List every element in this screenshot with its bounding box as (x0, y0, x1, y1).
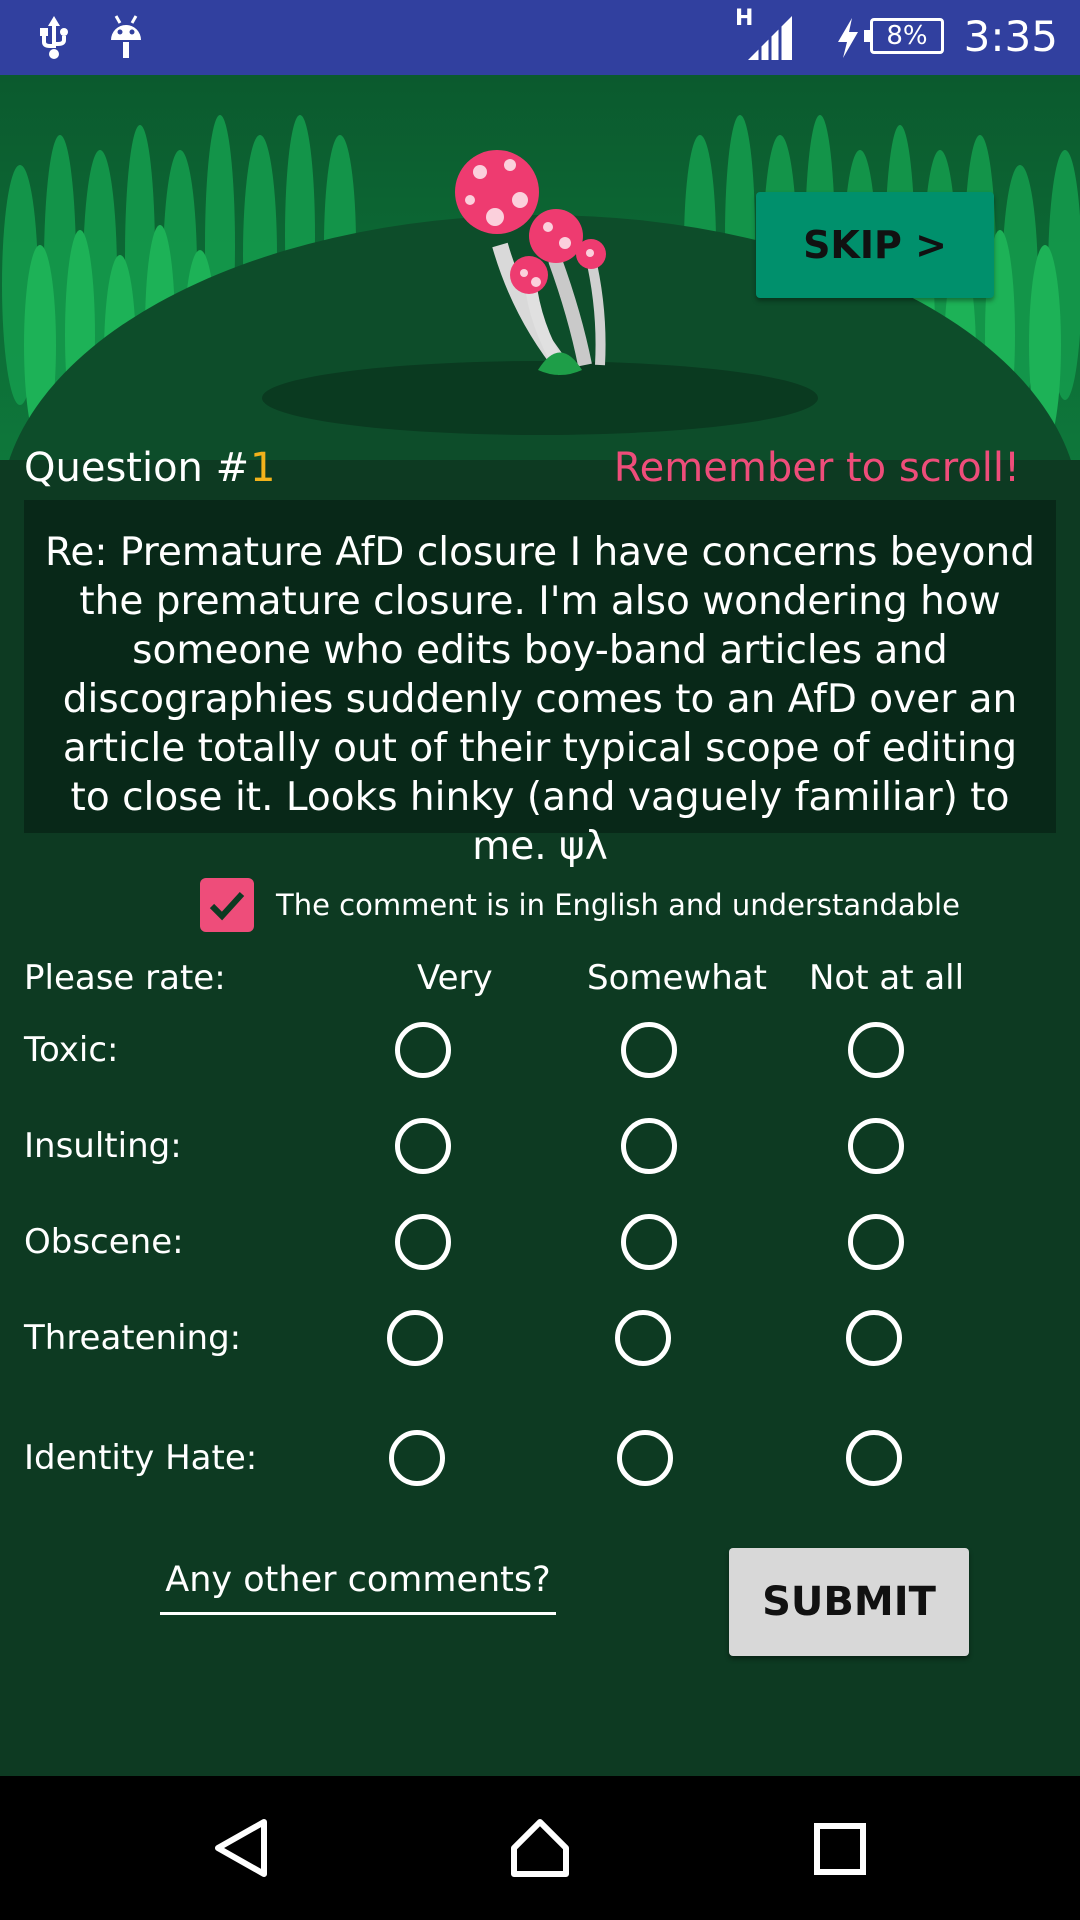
row-label-obscene: Obscene: (24, 1222, 184, 1262)
checkmark-icon (209, 891, 245, 921)
clock: 3:35 (963, 12, 1058, 61)
usb-icon (40, 16, 68, 59)
toxic-not-at-all-radio[interactable] (848, 1022, 904, 1078)
english-checkbox[interactable] (200, 878, 254, 932)
home-icon[interactable] (508, 1816, 572, 1880)
scroll-hint: Remember to scroll! (613, 445, 1020, 491)
threatening-not-at-all-radio[interactable] (846, 1310, 902, 1366)
row-label-insulting: Insulting: (24, 1126, 182, 1166)
other-comments-input[interactable] (160, 1560, 556, 1615)
row-label-identity-hate: Identity Hate: (24, 1438, 258, 1478)
navigation-bar (0, 1776, 1080, 1920)
row-label-toxic: Toxic: (24, 1030, 119, 1070)
column-very: Very (417, 958, 493, 998)
status-bar: H 8% 3:35 (0, 0, 1080, 75)
charging-icon (838, 18, 858, 58)
rate-prompt: Please rate: (24, 958, 226, 998)
submit-button[interactable]: SUBMIT (729, 1548, 969, 1656)
android-icon (111, 15, 141, 58)
question-number: 1 (250, 445, 276, 491)
threatening-somewhat-radio[interactable] (615, 1310, 671, 1366)
toxic-very-radio[interactable] (395, 1022, 451, 1078)
battery-indicator: 8% (864, 18, 944, 54)
english-understandable-row[interactable]: The comment is in English and understand… (200, 878, 960, 932)
question-label: Question # (24, 445, 250, 491)
identity-hate-very-radio[interactable] (389, 1430, 445, 1486)
obscene-very-radio[interactable] (395, 1214, 451, 1270)
identity-hate-somewhat-radio[interactable] (617, 1430, 673, 1486)
obscene-not-at-all-radio[interactable] (848, 1214, 904, 1270)
insulting-not-at-all-radio[interactable] (848, 1118, 904, 1174)
skip-button[interactable]: SKIP > (756, 192, 994, 298)
toxic-somewhat-radio[interactable] (621, 1022, 677, 1078)
column-somewhat: Somewhat (587, 958, 767, 998)
threatening-very-radio[interactable] (387, 1310, 443, 1366)
recents-icon[interactable] (813, 1822, 867, 1876)
comment-text: Re: Premature AfD closure I have concern… (24, 500, 1056, 869)
column-not-at-all: Not at all (809, 958, 965, 998)
back-icon[interactable] (210, 1816, 272, 1880)
obscene-somewhat-radio[interactable] (621, 1214, 677, 1270)
insulting-very-radio[interactable] (395, 1118, 451, 1174)
insulting-somewhat-radio[interactable] (621, 1118, 677, 1174)
signal-icon (748, 16, 792, 60)
identity-hate-not-at-all-radio[interactable] (846, 1430, 902, 1486)
english-checkbox-label: The comment is in English and understand… (276, 888, 960, 922)
row-label-threatening: Threatening: (24, 1318, 242, 1358)
